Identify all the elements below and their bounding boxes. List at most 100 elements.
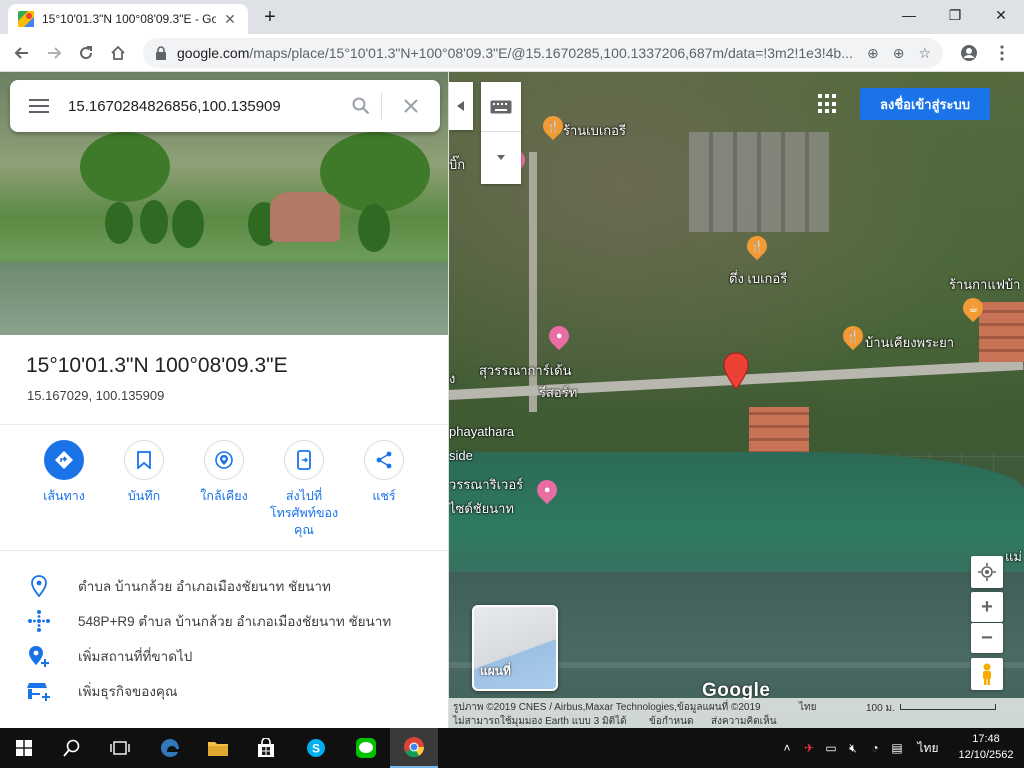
- map-label[interactable]: ร้านกาแฟบ้า: [949, 274, 1020, 295]
- location-pin-icon[interactable]: [723, 352, 749, 390]
- share-icon: [376, 451, 392, 469]
- reload-button[interactable]: [72, 39, 100, 67]
- clear-search-button[interactable]: [382, 99, 440, 113]
- edge-browser-button[interactable]: [146, 728, 194, 768]
- taskbar-clock[interactable]: 17:48 12/10/2562: [954, 731, 1018, 763]
- keyboard-icon: [490, 100, 512, 113]
- street-view-pegman-button[interactable]: [971, 658, 1003, 690]
- map-label[interactable]: บิ๊ก: [449, 154, 465, 175]
- divider: [0, 550, 448, 551]
- share-button[interactable]: แชร์: [344, 440, 424, 505]
- store-button[interactable]: [242, 728, 290, 768]
- chevron-up-icon[interactable]: ˄: [776, 741, 798, 755]
- search-button[interactable]: [341, 97, 381, 115]
- address-row[interactable]: ตำบล บ้านกล้วย อำเภอเมืองชัยนาท ชัยนาท: [0, 568, 448, 604]
- collapse-panel-button[interactable]: [449, 82, 473, 130]
- attribution-imagery: รูปภาพ ©2019 CNES / Airbus,Maxar Technol…: [453, 702, 761, 713]
- directions-circle[interactable]: [44, 440, 84, 480]
- add-missing-place-text[interactable]: เพิ่มสถานที่ที่ขาดไป: [78, 645, 192, 667]
- place-coordinates: 15.167029, 100.135909: [27, 388, 165, 403]
- lock-icon: [156, 46, 166, 60]
- wifi-icon[interactable]: ◔: [864, 741, 886, 755]
- directions-button[interactable]: เส้นทาง: [24, 440, 104, 505]
- zoom-out-button[interactable]: −: [971, 623, 1003, 653]
- home-button[interactable]: [104, 39, 132, 67]
- send-to-phone-circle[interactable]: [284, 440, 324, 480]
- directions-icon: [55, 451, 73, 469]
- directions-label[interactable]: เส้นทาง: [43, 488, 85, 505]
- menu-icon[interactable]: [10, 99, 68, 113]
- network-warning-icon[interactable]: ✈: [798, 741, 820, 755]
- nearby-button[interactable]: ใกล้เคียง: [184, 440, 264, 505]
- send-to-phone-button[interactable]: ส่งไปที่ โทรศัพท์ของ คุณ: [264, 440, 344, 539]
- skype-button[interactable]: S: [292, 728, 340, 768]
- windows-taskbar: S ˄ ✈ ▭ 🔇︎ ◔ ▤ ไทย 17:48 12/10/2562: [0, 728, 1024, 768]
- search-input[interactable]: 15.1670284826856,100.135909: [68, 98, 341, 115]
- start-button[interactable]: [0, 728, 48, 768]
- share-label[interactable]: แชร์: [372, 488, 395, 505]
- map-label[interactable]: บ้านเคียงพระยา: [865, 332, 954, 353]
- back-arrow-icon: [14, 47, 28, 59]
- window-restore-button[interactable]: ❐: [932, 0, 978, 30]
- keyboard-dropdown[interactable]: [497, 132, 505, 182]
- profile-button[interactable]: [955, 39, 983, 67]
- sign-in-button[interactable]: ลงชื่อเข้าสู่ระบบ: [860, 88, 990, 120]
- input-tools: [481, 82, 521, 184]
- browser-menu-button[interactable]: [988, 39, 1016, 67]
- line-app-button[interactable]: [342, 728, 390, 768]
- map-label[interactable]: สุวรรณาการ์เด้น: [479, 360, 572, 381]
- add-business-row[interactable]: เพิ่มธุรกิจของคุณ: [0, 673, 448, 709]
- feedback-link[interactable]: ส่งความคิดเห็น: [711, 714, 777, 729]
- close-icon: [404, 99, 418, 113]
- map-label[interactable]: ไซด์ชัยนาท: [449, 498, 514, 519]
- zoom-in-button[interactable]: +: [971, 592, 1003, 622]
- browser-tab[interactable]: 15°10'01.3"N 100°08'09.3"E - Go ✕: [8, 4, 248, 34]
- window-minimize-button[interactable]: —: [886, 0, 932, 30]
- zoom-icon[interactable]: ⊕: [893, 45, 905, 62]
- my-location-button[interactable]: [971, 556, 1003, 588]
- nearby-circle[interactable]: [204, 440, 244, 480]
- file-explorer-button[interactable]: [194, 728, 242, 768]
- send-to-phone-label[interactable]: ส่งไปที่ โทรศัพท์ของ คุณ: [270, 488, 338, 539]
- map-type-toggle[interactable]: แผนที่: [472, 605, 558, 691]
- scale-label[interactable]: 100 ม.: [866, 701, 895, 716]
- share-circle[interactable]: [364, 440, 404, 480]
- taskbar-search-button[interactable]: [48, 728, 96, 768]
- plus-code-row[interactable]: 548P+R9 ตำบล บ้านกล้วย อำเภอเมืองชัยนาท …: [0, 603, 448, 639]
- chrome-button[interactable]: [390, 728, 438, 768]
- map-label[interactable]: ง: [449, 368, 455, 389]
- keyboard-button[interactable]: [481, 82, 521, 132]
- battery-icon[interactable]: ▭: [820, 741, 842, 755]
- notification-icon[interactable]: ▤: [886, 741, 908, 755]
- terms-link[interactable]: ข้อกำหนด: [649, 714, 693, 729]
- address-bar[interactable]: google.com/maps/place/15°10'01.3"N+100°0…: [143, 38, 943, 68]
- reload-icon: [80, 46, 93, 60]
- edge-icon: [161, 739, 179, 757]
- language-link[interactable]: ไทย: [799, 700, 816, 715]
- map-label[interactable]: phayathara: [449, 424, 514, 439]
- install-app-icon[interactable]: ⊕: [867, 45, 879, 62]
- bookmark-star-icon[interactable]: ☆: [918, 45, 931, 62]
- add-business-text[interactable]: เพิ่มธุรกิจของคุณ: [78, 680, 177, 702]
- map-label[interactable]: แม่: [1005, 546, 1022, 567]
- volume-muted-icon[interactable]: 🔇︎: [842, 741, 864, 756]
- add-business-icon: [0, 681, 78, 701]
- forward-button[interactable]: [40, 39, 68, 67]
- nearby-label[interactable]: ใกล้เคียง: [200, 488, 247, 505]
- back-button[interactable]: [8, 39, 36, 67]
- new-tab-button[interactable]: +: [258, 6, 282, 29]
- save-button[interactable]: บันทึก: [104, 440, 184, 505]
- google-apps-icon[interactable]: [818, 94, 838, 114]
- map-label[interactable]: ตึ่ง เบเกอรี: [729, 268, 787, 289]
- map-label[interactable]: วรรณาริเวอร์: [449, 474, 523, 495]
- task-view-button[interactable]: [96, 728, 144, 768]
- map-label[interactable]: ร้านเบเกอรี: [563, 120, 626, 141]
- add-missing-place-row[interactable]: เพิ่มสถานที่ที่ขาดไป: [0, 638, 448, 674]
- save-label[interactable]: บันทึก: [128, 488, 160, 505]
- tab-close-icon[interactable]: ✕: [222, 11, 238, 28]
- map-label[interactable]: รีสอร์ท: [539, 382, 577, 403]
- save-circle[interactable]: [124, 440, 164, 480]
- map-label[interactable]: side: [449, 448, 473, 463]
- input-language[interactable]: ไทย: [908, 739, 948, 758]
- window-close-button[interactable]: ✕: [978, 0, 1024, 30]
